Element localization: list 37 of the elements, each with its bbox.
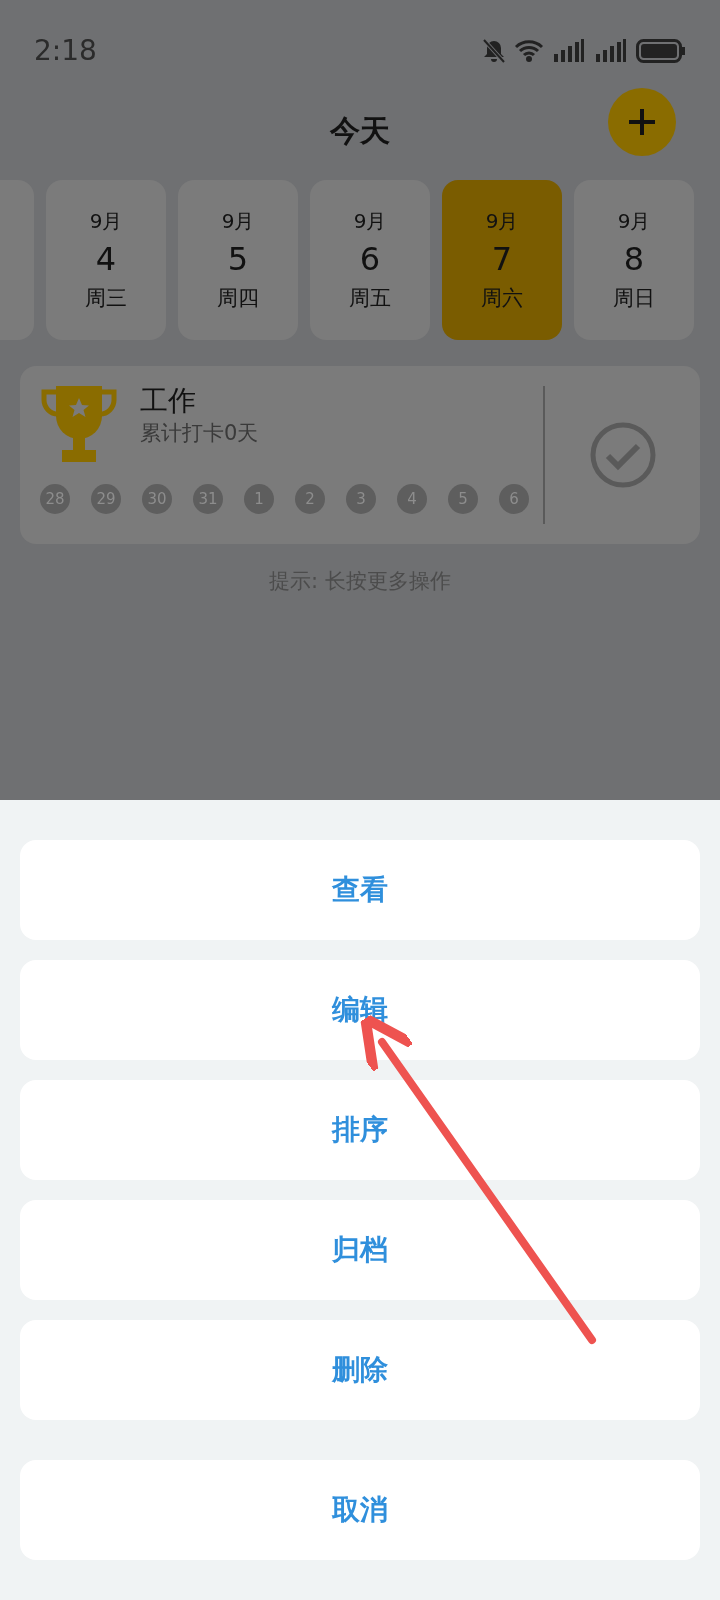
signal-icon: [594, 38, 628, 64]
date-day: 5: [227, 241, 249, 277]
date-month: 9月: [617, 207, 651, 235]
page-title: 今天: [330, 111, 390, 150]
date-card[interactable]: 9月 5 周四: [178, 180, 298, 340]
check-icon[interactable]: [589, 422, 656, 488]
date-month: 9月: [485, 207, 519, 235]
habit-summary: 累计打卡0天: [140, 419, 259, 447]
date-month: 9月: [89, 207, 123, 235]
date-card[interactable]: 9月 8 周日: [574, 180, 694, 340]
signal-icon: [552, 38, 586, 64]
action-button[interactable]: 排序: [20, 1080, 700, 1180]
action-button[interactable]: 查看: [20, 840, 700, 940]
date-day: 7: [491, 241, 513, 277]
date-day: 6: [359, 241, 381, 277]
trophy-icon: [40, 384, 118, 464]
date-day: 4: [95, 241, 117, 277]
habit-name: 工作: [140, 384, 197, 418]
cancel-button[interactable]: 取消: [20, 1460, 700, 1560]
date-weekday: 周日: [613, 284, 655, 312]
date-weekday: 周六: [481, 284, 523, 312]
date-card[interactable]: 9月 7 周六: [442, 180, 562, 340]
date-day: 8: [623, 241, 645, 277]
date-card[interactable]: 9月 6 周五: [310, 180, 430, 340]
action-button[interactable]: 归档: [20, 1200, 700, 1300]
mute-icon: [482, 38, 506, 64]
date-weekday: 周五: [349, 284, 391, 312]
date-month: 9月: [221, 207, 255, 235]
action-button[interactable]: 删除: [20, 1320, 700, 1420]
battery-icon: [636, 39, 686, 63]
date-month: 9月: [353, 207, 387, 235]
date-card[interactable]: 9月 4 周三: [46, 180, 166, 340]
date-weekday: 周三: [85, 284, 127, 312]
date-weekday: 周四: [217, 284, 259, 312]
wifi-icon: [514, 39, 544, 63]
status-time: 2:18: [34, 33, 97, 69]
plus-icon: [627, 107, 657, 137]
